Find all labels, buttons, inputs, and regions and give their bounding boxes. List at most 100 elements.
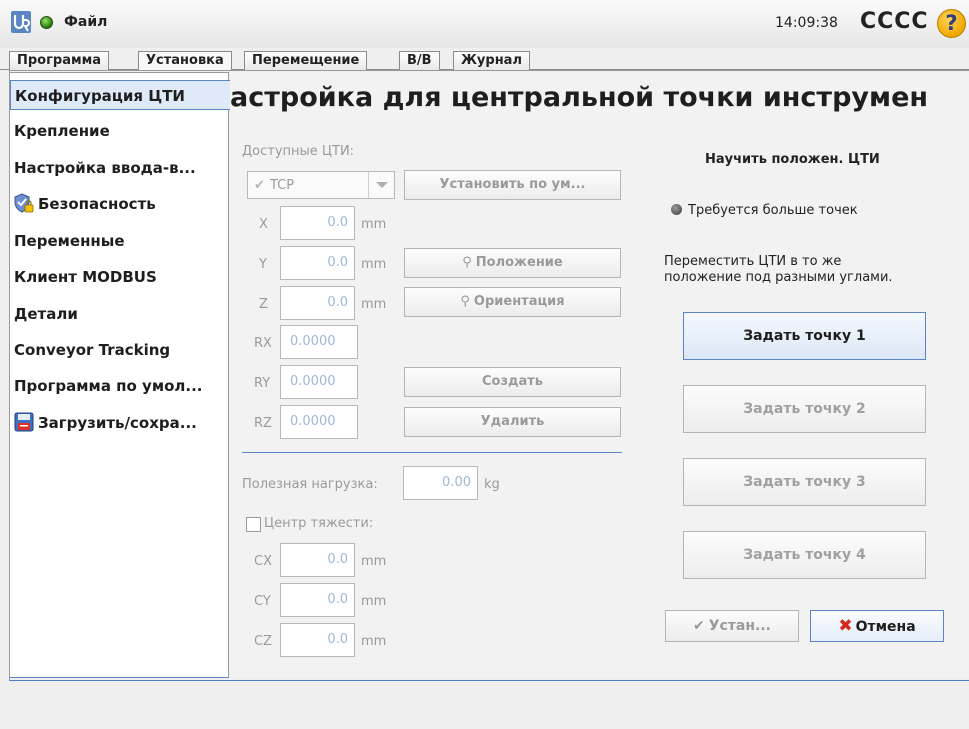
rx-field[interactable]: 0.0000 bbox=[280, 325, 358, 359]
sidebar-item-label: Крепление bbox=[14, 122, 110, 140]
shield-lock-icon bbox=[14, 193, 34, 213]
y-label: Y bbox=[259, 257, 267, 272]
y-unit: mm bbox=[361, 257, 387, 272]
x-label: X bbox=[259, 217, 268, 232]
sidebar-item-conveyor-tracking[interactable]: Conveyor Tracking bbox=[10, 335, 228, 365]
orientation-button[interactable]: ⚲ Ориентация bbox=[404, 287, 621, 317]
top-bar: Файл 14:09:38 CCCC ? bbox=[0, 0, 969, 48]
z-unit: mm bbox=[361, 297, 387, 312]
tcp-select[interactable]: ✔ TCP bbox=[247, 171, 395, 199]
cy-field[interactable]: 0.0 bbox=[280, 583, 355, 617]
teach-instruction-line2: положение под разными углами. bbox=[664, 270, 893, 285]
close-icon: ✖ bbox=[838, 616, 853, 636]
tcp-select-value: TCP bbox=[270, 178, 295, 193]
available-tcp-label: Доступные ЦТИ: bbox=[242, 144, 355, 159]
teach-instruction-line1: Переместить ЦТИ в то же bbox=[664, 254, 842, 269]
sidebar-item-load-save[interactable]: Загрузить/сохра... bbox=[10, 408, 228, 438]
help-icon[interactable]: ? bbox=[937, 9, 966, 38]
teach-status-text: Требуется больше точек bbox=[688, 203, 858, 218]
ry-label: RY bbox=[254, 376, 271, 391]
set-point-4-button[interactable]: Задать точку 4 bbox=[683, 531, 926, 579]
set-point-1-button[interactable]: Задать точку 1 bbox=[683, 312, 926, 360]
cx-unit: mm bbox=[361, 554, 387, 569]
rz-field[interactable]: 0.0000 bbox=[280, 405, 358, 439]
ry-field[interactable]: 0.0000 bbox=[280, 365, 358, 399]
set-point-2-button[interactable]: Задать точку 2 bbox=[683, 385, 926, 433]
file-menu[interactable]: Файл bbox=[64, 14, 107, 30]
sidebar-item-label: Безопасность bbox=[38, 195, 156, 213]
cx-field[interactable]: 0.0 bbox=[280, 543, 355, 577]
robot-status-icon[interactable] bbox=[40, 16, 53, 29]
rx-label: RX bbox=[254, 336, 272, 351]
content-panel: астройка для центральной точки инструмен… bbox=[230, 72, 969, 678]
sidebar-item-label: Переменные bbox=[14, 232, 125, 250]
sidebar-item-mounting[interactable]: Крепление bbox=[10, 116, 228, 146]
sidebar-item-label: Настройка ввода-в... bbox=[14, 159, 196, 177]
wrench-icon: ⚲ bbox=[460, 294, 470, 309]
set-button[interactable]: ✔ Устан... bbox=[665, 610, 799, 642]
chevron-down-icon bbox=[368, 172, 394, 198]
cz-field[interactable]: 0.0 bbox=[280, 623, 355, 657]
sidebar-item-label: Детали bbox=[14, 305, 78, 323]
cz-unit: mm bbox=[361, 634, 387, 649]
set-point-3-button[interactable]: Задать точку 3 bbox=[683, 458, 926, 506]
teach-status: Требуется больше точек bbox=[671, 203, 858, 218]
sidebar-item-label: Конфигурация ЦТИ bbox=[15, 87, 185, 105]
y-field[interactable]: 0.0 bbox=[280, 246, 355, 280]
tab-installation[interactable]: Установка bbox=[138, 51, 232, 71]
check-icon: ✔ bbox=[692, 618, 705, 634]
sidebar-item-features[interactable]: Детали bbox=[10, 299, 228, 329]
wrench-icon: ⚲ bbox=[462, 255, 472, 270]
cz-label: CZ bbox=[254, 634, 272, 649]
page-title: астройка для центральной точки инструмен bbox=[230, 82, 929, 113]
sidebar-item-label: Загрузить/сохра... bbox=[38, 414, 197, 432]
delete-button[interactable]: Удалить bbox=[404, 407, 621, 437]
sidebar-item-label: Conveyor Tracking bbox=[14, 341, 171, 359]
tab-io[interactable]: В/В bbox=[399, 51, 440, 70]
clock: 14:09:38 bbox=[775, 15, 838, 31]
robot-name: CCCC bbox=[860, 9, 929, 34]
cx-label: CX bbox=[254, 554, 272, 569]
cancel-button[interactable]: ✖ Отмена bbox=[810, 610, 944, 642]
tab-move[interactable]: Перемещение bbox=[244, 51, 368, 70]
set-default-button[interactable]: Установить по ум... bbox=[404, 170, 621, 200]
payload-unit: kg bbox=[484, 477, 500, 492]
check-icon: ✔ bbox=[254, 178, 265, 193]
sidebar-item-label: Программа по умол... bbox=[14, 377, 203, 395]
cy-unit: mm bbox=[361, 594, 387, 609]
position-button-label: Положение bbox=[475, 255, 563, 270]
create-button[interactable]: Создать bbox=[404, 367, 621, 397]
cog-label: Центр тяжести: bbox=[264, 516, 374, 531]
sidebar-item-default-program[interactable]: Программа по умол... bbox=[10, 371, 228, 401]
sidebar-item-modbus-client[interactable]: Клиент MODBUS bbox=[10, 262, 228, 292]
status-dot-icon bbox=[671, 204, 682, 215]
payload-label: Полезная нагрузка: bbox=[242, 477, 378, 492]
app-window: Файл 14:09:38 CCCC ? Программа Установка… bbox=[0, 0, 969, 729]
sidebar: Конфигурация ЦТИ Крепление Настройка вво… bbox=[9, 72, 230, 678]
cy-label: CY bbox=[254, 594, 271, 609]
sidebar-item-label: Клиент MODBUS bbox=[14, 268, 157, 286]
sidebar-item-io-setup[interactable]: Настройка ввода-в... bbox=[10, 153, 228, 183]
divider bbox=[242, 452, 622, 453]
x-unit: mm bbox=[361, 217, 387, 232]
cancel-button-label: Отмена bbox=[855, 619, 916, 635]
x-field[interactable]: 0.0 bbox=[280, 206, 355, 240]
tab-log[interactable]: Журнал bbox=[453, 51, 530, 70]
rz-label: RZ bbox=[254, 416, 272, 431]
sidebar-item-tcp-config[interactable]: Конфигурация ЦТИ bbox=[10, 80, 230, 110]
tab-program[interactable]: Программа bbox=[9, 51, 110, 70]
floppy-disk-icon bbox=[14, 412, 34, 432]
cog-checkbox[interactable] bbox=[246, 517, 261, 532]
orientation-button-label: Ориентация bbox=[473, 294, 565, 309]
tab-bar: Программа Установка Перемещение В/В Журн… bbox=[0, 48, 969, 71]
position-button[interactable]: ⚲ Положение bbox=[404, 248, 621, 278]
sidebar-item-safety[interactable]: Безопасность bbox=[10, 189, 228, 219]
z-label: Z bbox=[259, 297, 268, 312]
payload-field[interactable]: 0.00 bbox=[403, 466, 478, 500]
ur-logo-icon bbox=[11, 11, 31, 33]
sidebar-item-variables[interactable]: Переменные bbox=[10, 226, 228, 256]
teach-heading: Научить положен. ЦТИ bbox=[705, 152, 880, 167]
set-button-label: Устан... bbox=[708, 618, 772, 634]
bottom-bar bbox=[0, 681, 969, 729]
z-field[interactable]: 0.0 bbox=[280, 286, 355, 320]
